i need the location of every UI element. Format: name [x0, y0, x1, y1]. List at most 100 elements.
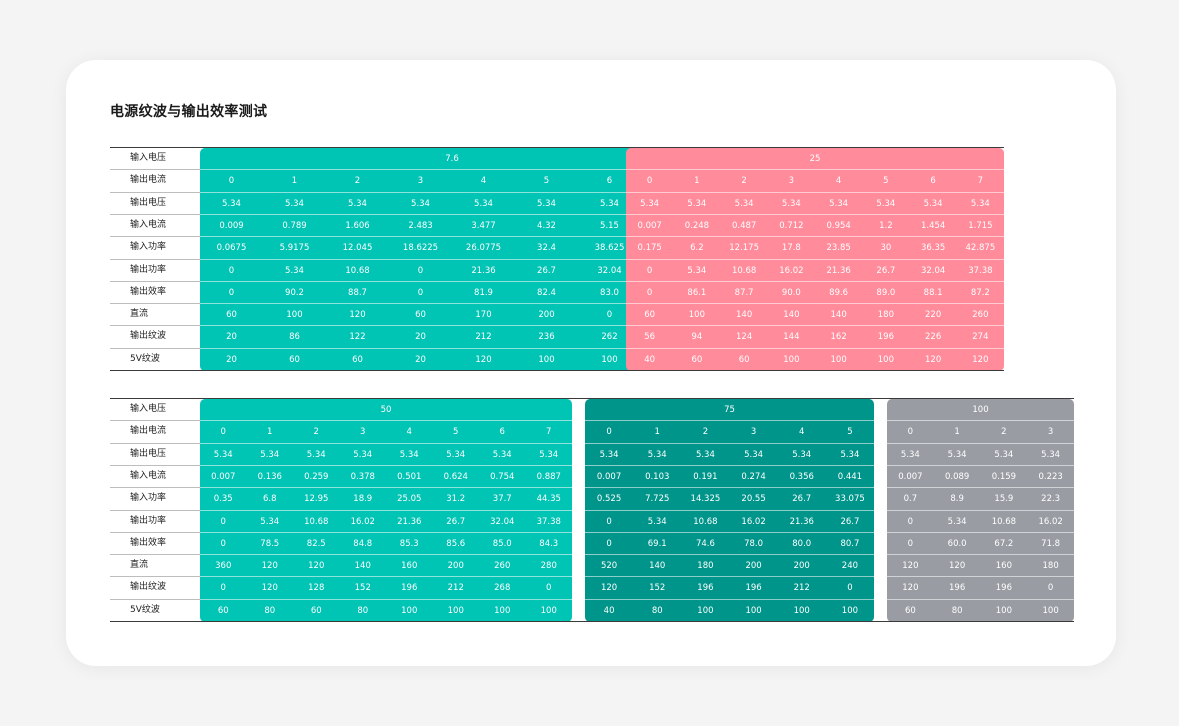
table-cell: 40 [603, 605, 615, 616]
table-cell: 0.887 [536, 471, 561, 482]
table-cell: 200 [447, 561, 464, 572]
table-cell: 100 [540, 605, 557, 616]
table-cell: 30 [880, 243, 892, 254]
table-cell: 0.0675 [216, 243, 247, 254]
table-cell: 180 [877, 310, 894, 321]
table-cell: 88.7 [348, 287, 367, 298]
table-cell: 21.36 [397, 516, 422, 527]
table-cell: 80.0 [792, 538, 812, 549]
table-cell: 60 [217, 605, 229, 616]
table-cell: 5.34 [539, 449, 559, 460]
table-cell: 16.02 [779, 265, 804, 276]
table-cell: 0.007 [898, 471, 923, 482]
table-cell: 100 [793, 605, 810, 616]
table-cell: 5.34 [647, 516, 667, 527]
table-cell: 37.38 [536, 516, 561, 527]
table-cell: 5.34 [411, 198, 430, 209]
row-divider [110, 191, 200, 193]
table-cell: 0.789 [282, 220, 307, 231]
table-cell: 5.34 [695, 449, 715, 460]
table-cell: 0 [907, 538, 914, 549]
table-cell: 100 [697, 605, 714, 616]
table-cell: 80 [651, 605, 663, 616]
table-cell: 0 [1047, 583, 1054, 594]
table-cell: 0.501 [397, 471, 422, 482]
row-label: 输出电流 [130, 426, 167, 437]
table-cell: 200 [538, 310, 555, 321]
table-cell: 1 [694, 176, 700, 187]
row-divider [110, 169, 200, 171]
table-cell: 5.34 [260, 449, 280, 460]
table-cell: 60 [310, 605, 322, 616]
table-cell: 5.34 [792, 449, 812, 460]
table-cell: 5.34 [647, 449, 667, 460]
table-cell: 74.6 [695, 538, 715, 549]
table-cell: 78.5 [260, 538, 280, 549]
table-cell: 0.954 [826, 220, 851, 231]
group-75: 75 0 1 2 3 4 5 5.34 5.34 5.34 5.34 5.34 5.34 0.007 0.1… [585, 399, 874, 622]
table-cell: 0 [907, 427, 914, 438]
table-cell: 78.0 [744, 538, 764, 549]
table-cell: 42.875 [965, 243, 996, 254]
table-cell: 31.2 [446, 494, 466, 505]
table-cell: 60 [738, 354, 750, 365]
table-cell: 80.7 [840, 538, 860, 549]
table-cell: 0.624 [443, 471, 468, 482]
table-cell: 100 [783, 354, 800, 365]
table-cell: 6.2 [690, 243, 704, 254]
table-cell: 200 [745, 561, 762, 572]
table-cell: 67.2 [994, 538, 1014, 549]
table-input-50-75-100: 输入电压 输出电流 输出电压 输入电流 输入功率 输出功率 输出效率 直流 输出纹波 5V纹波 5… [110, 398, 1074, 624]
table-cell: 10.68 [304, 516, 329, 527]
table-cell: 152 [354, 583, 371, 594]
table-cell: 87.2 [970, 287, 990, 298]
table-cell: 60 [289, 354, 300, 365]
row-label: 输出效率 [130, 537, 167, 548]
table-cell: 100 [494, 605, 511, 616]
table-cell: 140 [736, 310, 753, 321]
table-cell: 12.045 [342, 243, 373, 254]
group-50: 50 0 1 2 3 4 5 6 7 5.34 5.34 5.34 5.34 5.34 5.34 5.34 5.… [200, 399, 572, 622]
table-cell: 16.02 [741, 516, 766, 527]
row-label: 输入功率 [130, 493, 167, 504]
row-divider [110, 509, 200, 511]
table-cell: 5.34 [285, 265, 304, 276]
table-cell: 196 [995, 583, 1012, 594]
table-cell: 23.85 [826, 243, 851, 254]
table-cell: 82.4 [537, 287, 556, 298]
table-cell: 69.1 [647, 538, 667, 549]
row-label: 输入电压 [130, 404, 167, 414]
table-cell: 4 [480, 176, 487, 187]
table-cell: 25.05 [397, 494, 422, 505]
table-cell: 60 [691, 354, 703, 365]
row-divider [110, 576, 200, 578]
row-divider [110, 236, 200, 238]
table-cell: 60 [352, 354, 363, 365]
input-voltage-value: 75 [724, 405, 735, 415]
table-cell: 17.8 [781, 243, 801, 254]
table-cell: 80 [357, 605, 369, 616]
table-cell: 16.02 [350, 516, 375, 527]
row-label: 直流 [130, 309, 149, 320]
table-cell: 2.483 [408, 220, 433, 231]
table-cell: 180 [697, 561, 714, 572]
row-divider [110, 487, 200, 489]
table-cell: 5.34 [947, 516, 967, 527]
table-cell: 80 [264, 605, 276, 616]
table-cell: 180 [1042, 561, 1059, 572]
table-cell: 90.0 [781, 287, 801, 298]
table-cell: 5 [543, 176, 550, 187]
row-divider [110, 303, 200, 305]
table-cell: 5.34 [744, 449, 764, 460]
row-divider [110, 347, 200, 349]
table-cell: 5.34 [285, 198, 304, 209]
table-cell: 0.356 [789, 471, 814, 482]
table-cell: 0 [228, 287, 235, 298]
table-cell: 36.35 [920, 243, 946, 254]
table-cell: 5.34 [900, 449, 920, 460]
page-title: 电源纹波与输出效率测试 [110, 104, 268, 120]
row-divider [110, 325, 200, 327]
table-cell: 26.7 [446, 516, 466, 527]
table-cell: 5 [883, 176, 889, 187]
table-cell: 268 [494, 583, 511, 594]
